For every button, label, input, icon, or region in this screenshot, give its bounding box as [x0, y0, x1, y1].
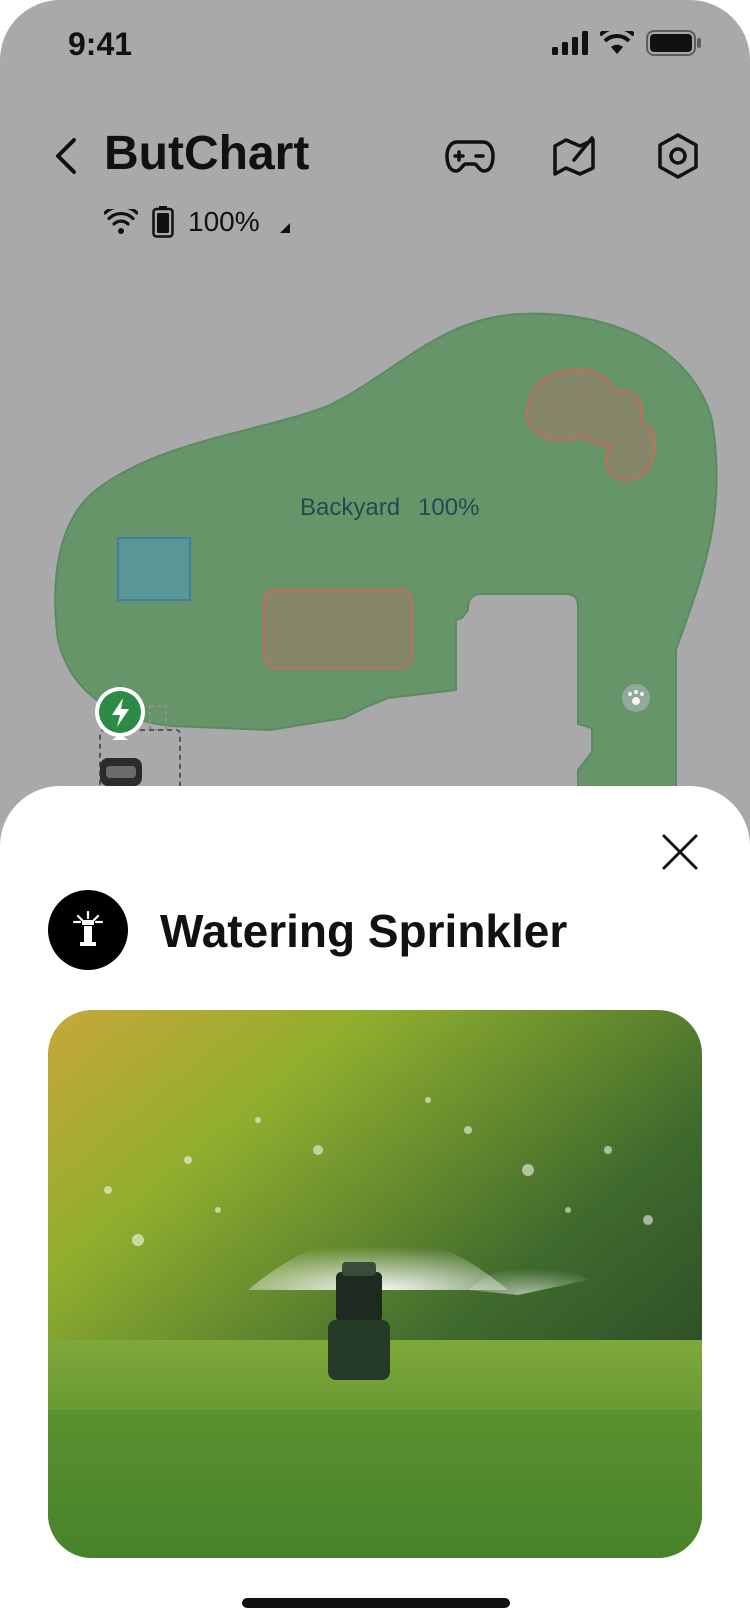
battery-icon — [646, 30, 701, 56]
wifi-icon — [104, 209, 138, 234]
zone-progress: 100% — [418, 494, 480, 521]
sheet-title: Watering Sprinkler — [160, 905, 568, 957]
robot-mower-icon[interactable] — [99, 729, 181, 790]
page-title: ButChart — [104, 127, 310, 180]
status-time: 9:41 — [68, 26, 133, 62]
map-edit-button[interactable] — [546, 128, 602, 184]
channel-zone[interactable] — [117, 537, 191, 601]
device-status[interactable]: 100% — [104, 206, 290, 238]
settings-button[interactable] — [650, 128, 706, 184]
gamepad-icon — [445, 140, 495, 173]
chevron-left-icon[interactable] — [44, 128, 88, 184]
battery-icon — [152, 206, 174, 238]
zone-name: Backyard — [300, 494, 401, 521]
close-icon[interactable] — [660, 832, 700, 872]
home-indicator[interactable] — [242, 1598, 510, 1608]
map-edit-icon — [553, 136, 595, 176]
settings-icon — [658, 133, 698, 179]
sprinkler-sheet: Watering Sprinkler — [0, 786, 750, 1624]
zone-label[interactable]: Backyard 100% — [300, 494, 479, 522]
no-go-zone-patio[interactable] — [263, 589, 413, 669]
wifi-icon — [600, 31, 634, 54]
sprinkler-icon — [48, 890, 128, 970]
status-icons — [552, 30, 702, 56]
lawn-map[interactable] — [0, 290, 750, 790]
pet-paw-icon — [622, 684, 650, 712]
charging-station-icon[interactable] — [95, 687, 145, 740]
caret-icon — [279, 223, 290, 233]
sprinkler-photo — [48, 1010, 702, 1558]
remote-control-button[interactable] — [442, 128, 498, 184]
battery-percent: 100% — [188, 206, 260, 237]
signal-icon — [552, 31, 588, 55]
